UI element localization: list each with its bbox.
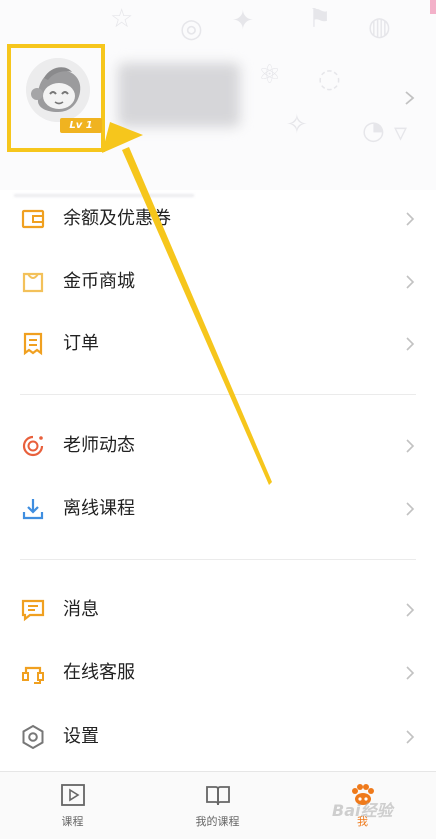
chevron-right-icon <box>406 730 415 744</box>
menu-label-messages: 消息 <box>63 599 99 620</box>
gear-icon <box>22 724 44 750</box>
menu-label-customer-service: 在线客服 <box>63 662 135 683</box>
profile-chevron-right-icon[interactable] <box>402 90 416 106</box>
doodle-flask-icon: ◔ <box>362 116 385 146</box>
message-icon <box>21 599 45 622</box>
doodle-planet-icon: ◎ <box>180 14 203 44</box>
doodle-globe-icon: ◍ <box>368 12 391 42</box>
doodle-bottle-icon: ▿ <box>394 118 408 148</box>
tab-courses[interactable]: 课程 <box>0 772 145 839</box>
doodle-star-icon: ☆ <box>110 4 134 34</box>
chevron-right-icon <box>406 666 415 680</box>
menu-label-orders: 订单 <box>63 333 99 354</box>
section-divider <box>20 394 416 395</box>
shopping-bag-icon <box>22 272 44 293</box>
menu-label-settings: 设置 <box>63 726 99 747</box>
chevron-right-icon <box>406 603 415 617</box>
doodle-telescope-icon: ✧ <box>286 110 308 140</box>
doodle-cat-icon: ✦ <box>232 6 254 36</box>
menu-label-balance: 余额及优惠券 <box>63 208 171 229</box>
wallet-icon <box>21 209 45 229</box>
avatar-highlight-frame[interactable]: Lv 1 <box>7 44 105 152</box>
chevron-right-icon <box>406 337 415 351</box>
status-accent <box>430 0 436 14</box>
chevron-right-icon <box>406 275 415 289</box>
tab-label-courses: 课程 <box>61 815 84 828</box>
chevron-right-icon <box>406 502 415 516</box>
menu-item-customer-service[interactable]: 在线客服 <box>0 643 436 703</box>
menu-item-orders[interactable]: 订单 <box>0 314 436 374</box>
menu-label-coin-mall: 金币商城 <box>63 271 135 292</box>
tab-my-courses[interactable]: 我的课程 <box>145 772 290 839</box>
menu-item-settings[interactable]: 设置 <box>0 707 436 767</box>
menu-item-teacher-updates[interactable]: 老师动态 <box>0 416 436 476</box>
download-icon <box>22 499 44 520</box>
section-divider <box>20 559 416 560</box>
doodle-atom-icon: ⚛ <box>258 60 282 90</box>
menu-item-offline-courses[interactable]: 离线课程 <box>0 479 436 539</box>
baidu-watermark: Bai经验 <box>332 801 393 820</box>
headset-icon <box>22 666 44 684</box>
chevron-right-icon <box>406 439 415 453</box>
play-icon <box>61 784 85 806</box>
menu-item-coin-mall[interactable]: 金币商城 <box>0 252 436 312</box>
doodle-flag-icon: ⚑ <box>308 4 332 34</box>
menu-item-messages[interactable]: 消息 <box>0 580 436 640</box>
menu-item-balance[interactable]: 余额及优惠券 <box>0 189 436 249</box>
avatar[interactable] <box>26 58 90 122</box>
tab-label-my-courses: 我的课程 <box>195 815 240 828</box>
menu-label-teacher-updates: 老师动态 <box>63 435 135 456</box>
chevron-right-icon <box>406 212 415 226</box>
doodle-saturn-icon: ◌ <box>318 64 341 94</box>
menu-label-offline-courses: 离线课程 <box>63 498 135 519</box>
level-badge: Lv 1 <box>60 118 102 133</box>
teacher-dynamic-icon <box>22 435 44 457</box>
username-redacted <box>118 63 240 127</box>
monkey-avatar-icon <box>26 58 90 122</box>
receipt-icon <box>23 332 43 356</box>
book-icon <box>206 786 230 806</box>
